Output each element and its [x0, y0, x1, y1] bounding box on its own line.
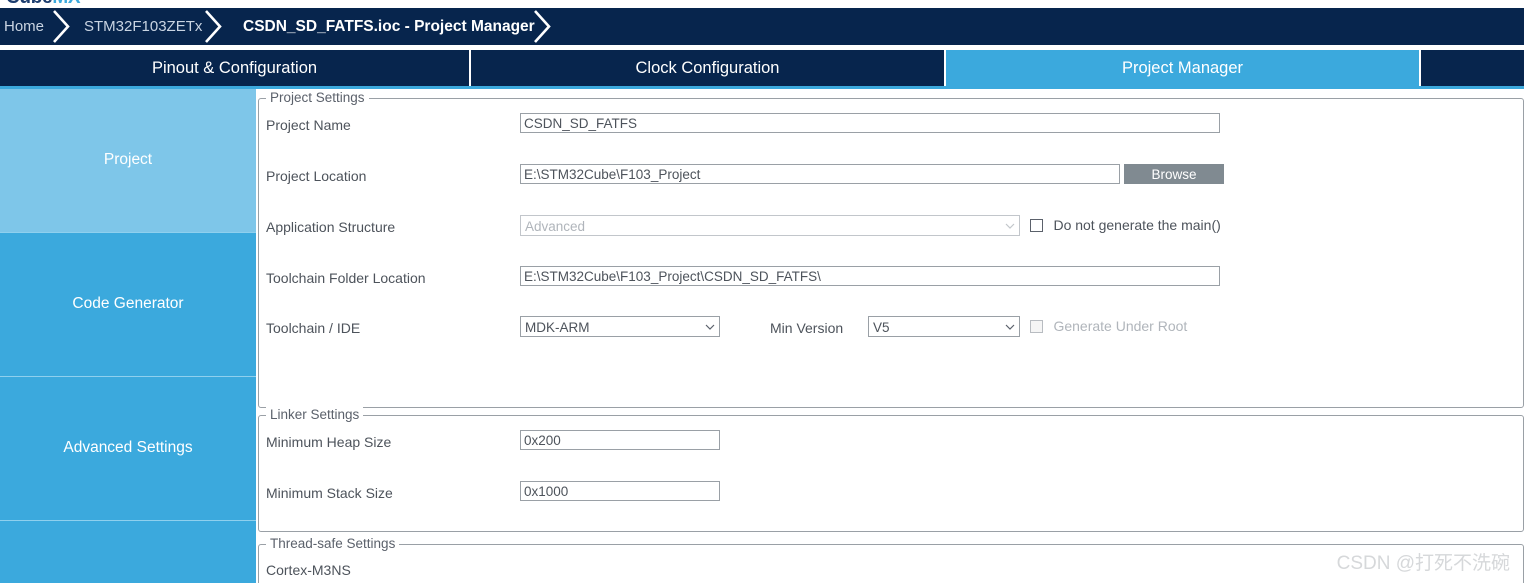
cubemx-logo: CubeMX — [6, 0, 81, 8]
logo-mx-text: MX — [52, 0, 80, 8]
cortex-m3ns-label: Cortex-M3NS — [266, 562, 351, 578]
toolchain-folder-location-label: Toolchain Folder Location — [266, 270, 426, 286]
breadcrumb-item-current[interactable]: CSDN_SD_FATFS.ioc - Project Manager — [243, 8, 535, 45]
min-version-value: V5 — [873, 320, 890, 335]
generate-under-root-checkbox[interactable]: Generate Under Root — [1030, 318, 1187, 336]
tab-project-manager[interactable]: Project Manager — [946, 50, 1419, 86]
min-version-label: Min Version — [770, 320, 844, 336]
toolchain-ide-value: MDK-ARM — [525, 320, 590, 335]
breadcrumb-item-device[interactable]: STM32F103ZETx — [84, 8, 202, 45]
sidebar-item-project-label: Project — [103, 151, 153, 168]
sidebar-item-code-generator[interactable]: Code Generator — [0, 233, 256, 377]
sidebar-item-project[interactable]: Project — [0, 89, 256, 233]
chevron-down-icon-application-structure — [1005, 223, 1015, 229]
toolchain-ide-select[interactable]: MDK-ARM — [520, 316, 720, 337]
linker-settings-group: Linker Settings — [258, 407, 1524, 532]
do-not-generate-main-label: Do not generate the main() — [1053, 217, 1221, 233]
project-name-input[interactable] — [520, 113, 1220, 133]
breadcrumb: Home STM32F103ZETx CSDN_SD_FATFS.ioc - P… — [0, 8, 1524, 45]
project-name-label: Project Name — [266, 117, 351, 133]
minimum-stack-size-input[interactable] — [520, 481, 720, 501]
application-structure-select[interactable]: Advanced — [520, 215, 1020, 236]
application-structure-label: Application Structure — [266, 219, 396, 235]
sidebar-item-advanced-settings[interactable]: Advanced Settings — [0, 377, 256, 521]
do-not-generate-main-checkbox[interactable]: Do not generate the main() — [1030, 217, 1221, 235]
project-manager-content: Project Settings Project Name Project Lo… — [256, 89, 1524, 583]
sidebar-item-code-generator-label: Code Generator — [72, 295, 184, 312]
thread-safe-settings-group: Thread-safe Settings — [258, 536, 1524, 583]
sidebar-item-empty[interactable] — [0, 521, 256, 583]
project-settings-group: Project Settings — [258, 90, 1524, 408]
thread-safe-settings-group-title: Thread-safe Settings — [266, 536, 400, 551]
linker-settings-group-title: Linker Settings — [266, 407, 364, 422]
generate-under-root-label: Generate Under Root — [1053, 318, 1188, 334]
min-version-select[interactable]: V5 — [868, 316, 1020, 337]
minimum-heap-size-input[interactable] — [520, 430, 720, 450]
breadcrumb-item-home[interactable]: Home — [4, 8, 44, 45]
minimum-stack-size-label: Minimum Stack Size — [266, 485, 393, 501]
toolchain-folder-location-input[interactable] — [520, 266, 1220, 286]
logo-cube-text: Cube — [6, 0, 53, 8]
stm32cubemx-window: CubeMX Home STM32F103ZETx CSDN_SD_FATFS.… — [0, 0, 1524, 583]
application-structure-value: Advanced — [525, 219, 586, 234]
checkbox-box-generate-under-root[interactable] — [1030, 320, 1043, 333]
breadcrumb-chevron-icon-3 — [531, 8, 557, 45]
chevron-down-icon-toolchain-ide — [705, 324, 715, 330]
project-location-label: Project Location — [266, 168, 367, 184]
minimum-heap-size-label: Minimum Heap Size — [266, 434, 392, 450]
toolchain-ide-label: Toolchain / IDE — [266, 320, 361, 336]
sidebar-item-advanced-settings-label: Advanced Settings — [63, 439, 193, 456]
tab-separator-3 — [1419, 50, 1421, 86]
chevron-down-icon-min-version — [1005, 324, 1015, 330]
breadcrumb-chevron-icon-2 — [202, 8, 228, 45]
project-settings-group-title: Project Settings — [266, 90, 369, 105]
main-tab-bar: Pinout & Configuration Clock Configurati… — [0, 50, 1524, 86]
tab-pinout-configuration[interactable]: Pinout & Configuration — [0, 50, 469, 86]
checkbox-box-do-not-generate-main[interactable] — [1030, 219, 1043, 232]
browse-button[interactable]: Browse — [1124, 164, 1224, 184]
breadcrumb-chevron-icon-1 — [50, 8, 76, 45]
app-logo-strip: CubeMX — [0, 0, 1524, 8]
project-location-input[interactable] — [520, 164, 1120, 184]
tab-clock-configuration[interactable]: Clock Configuration — [471, 50, 944, 86]
left-sidebar: Project Code Generator Advanced Settings — [0, 89, 256, 583]
